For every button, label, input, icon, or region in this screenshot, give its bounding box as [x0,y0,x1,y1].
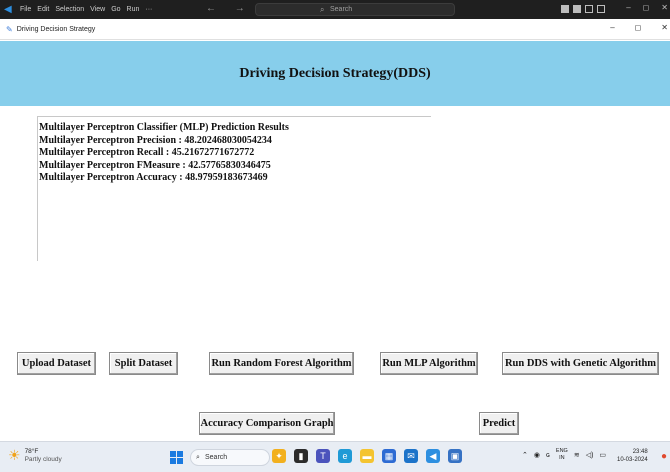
app-close-icon[interactable]: ✕ [661,23,668,32]
tray-app-icon[interactable]: ◉ [534,451,540,459]
tray-security-icon[interactable]: ɢ [546,452,550,459]
window-title: Driving Decision Strategy [16,25,96,33]
weather-description: Partly cloudy [24,455,62,463]
menu-go[interactable]: Go [111,6,120,13]
app-window-controls: – ◻ ✕ [610,23,670,32]
windows-start-icon[interactable] [170,451,183,464]
layout-controls [561,5,605,13]
menu-selection[interactable]: Selection [55,6,84,13]
language-indicator[interactable]: ENG IN [556,448,568,462]
page-title: Driving Decision Strategy(DDS) [239,65,431,81]
split-dataset-button[interactable]: Split Dataset [109,352,178,375]
mail-icon[interactable]: ✉ [404,449,418,463]
result-line-accuracy: Multilayer Perceptron Accuracy : 48.9795… [39,172,268,183]
vscode-title-bar: ◀ File Edit Selection View Go Run ··· ← … [0,0,670,19]
results-text-area[interactable]: Multilayer Perceptron Classifier (MLP) P… [37,116,431,261]
taskbar-apps: ✦ ▮ T e ▬ ▦ ✉ ◀ ▣ [272,449,462,463]
result-line-recall: Multilayer Perceptron Recall : 45.216727… [39,147,255,158]
taskbar-search-placeholder: Search [205,454,228,461]
maximize-icon[interactable]: ◻ [643,3,650,12]
run-mlp-button[interactable]: Run MLP Algorithm [380,352,478,375]
clock-time: 23:48 [632,449,648,455]
file-explorer-icon[interactable]: ▬ [360,449,374,463]
weather-temperature: 78°F [24,447,39,455]
upload-dataset-button[interactable]: Upload Dataset [17,352,96,375]
result-line-fmeasure: Multilayer Perceptron FMeasure : 42.5776… [39,159,271,171]
edge-browser-icon[interactable]: e [338,449,352,463]
menu-more[interactable]: ··· [145,6,152,13]
copilot-icon[interactable]: ● [661,451,667,462]
vscode-taskbar-icon[interactable]: ◀ [426,449,440,463]
taskbar-clock[interactable]: 23:48 10-03-2024 [617,448,648,464]
taskbar-search-box[interactable]: ⌕ Search [190,449,270,466]
battery-icon[interactable]: ▭ [599,451,606,459]
app-window-title-bar: ✎ Driving Decision Strategy – ◻ ✕ [0,19,670,40]
result-line-title: Multilayer Perceptron Classifier (MLP) P… [39,122,289,133]
teams-icon[interactable]: T [316,449,330,463]
vscode-search-placeholder: Search [330,6,353,13]
clock-date: 10-03-2024 [617,457,648,463]
run-dds-genetic-button[interactable]: Run DDS with Genetic Algorithm [502,352,659,375]
menu-file[interactable]: File [20,6,31,13]
toggle-secondary-sidebar-icon[interactable] [585,5,593,13]
widgets-icon[interactable]: ✦ [272,449,286,463]
nav-arrows-icon[interactable]: ← → [206,3,253,14]
run-random-forest-button[interactable]: Run Random Forest Algorithm [209,352,354,375]
app-maximize-icon[interactable]: ◻ [635,23,642,32]
wifi-icon[interactable]: ≋ [574,451,580,459]
toggle-sidebar-icon[interactable] [561,5,569,13]
vscode-search-box[interactable]: ⌕ Search [255,3,455,16]
result-line-precision: Multilayer Perceptron Precision : 48.202… [39,134,272,146]
vscode-menu-bar: File Edit Selection View Go Run ··· [20,6,152,13]
language-code: ENG [555,448,568,454]
predict-button[interactable]: Predict [479,412,519,435]
vscode-window-controls: – ◻ ✕ [626,3,668,12]
menu-run[interactable]: Run [127,6,140,13]
weather-widget[interactable]: ☀ 78°F Partly cloudy [8,447,62,464]
tray-overflow-icon[interactable]: ⌃ [522,451,528,459]
app-heading-band: Driving Decision Strategy(DDS) [0,41,670,106]
vscode-logo-icon[interactable]: ◀ [4,4,14,15]
windows-taskbar: ☀ 78°F Partly cloudy ⌕ Search ✦ ▮ T e ▬ … [0,441,670,472]
menu-edit[interactable]: Edit [37,6,49,13]
toggle-panel-icon[interactable] [573,5,581,13]
store-icon[interactable]: ▦ [382,449,396,463]
partly-cloudy-icon: ☀ [8,447,21,463]
taskbar-search-icon: ⌕ [196,454,200,461]
feather-icon: ✎ [6,24,13,34]
region-code: IN [559,455,565,461]
python-app-icon[interactable]: ▣ [448,449,462,463]
search-icon: ⌕ [320,5,325,14]
menu-view[interactable]: View [90,6,105,13]
app-minimize-icon[interactable]: – [610,23,614,32]
system-tray: ⌃ ◉ ɢ ENG IN ≋ ◁) ▭ [522,448,606,462]
customize-layout-icon[interactable] [597,5,605,13]
accuracy-comparison-graph-button[interactable]: Accuracy Comparison Graph [199,412,335,435]
close-icon[interactable]: ✕ [661,3,668,12]
task-view-icon[interactable]: ▮ [294,449,308,463]
volume-icon[interactable]: ◁) [586,451,594,459]
minimize-icon[interactable]: – [626,3,630,12]
